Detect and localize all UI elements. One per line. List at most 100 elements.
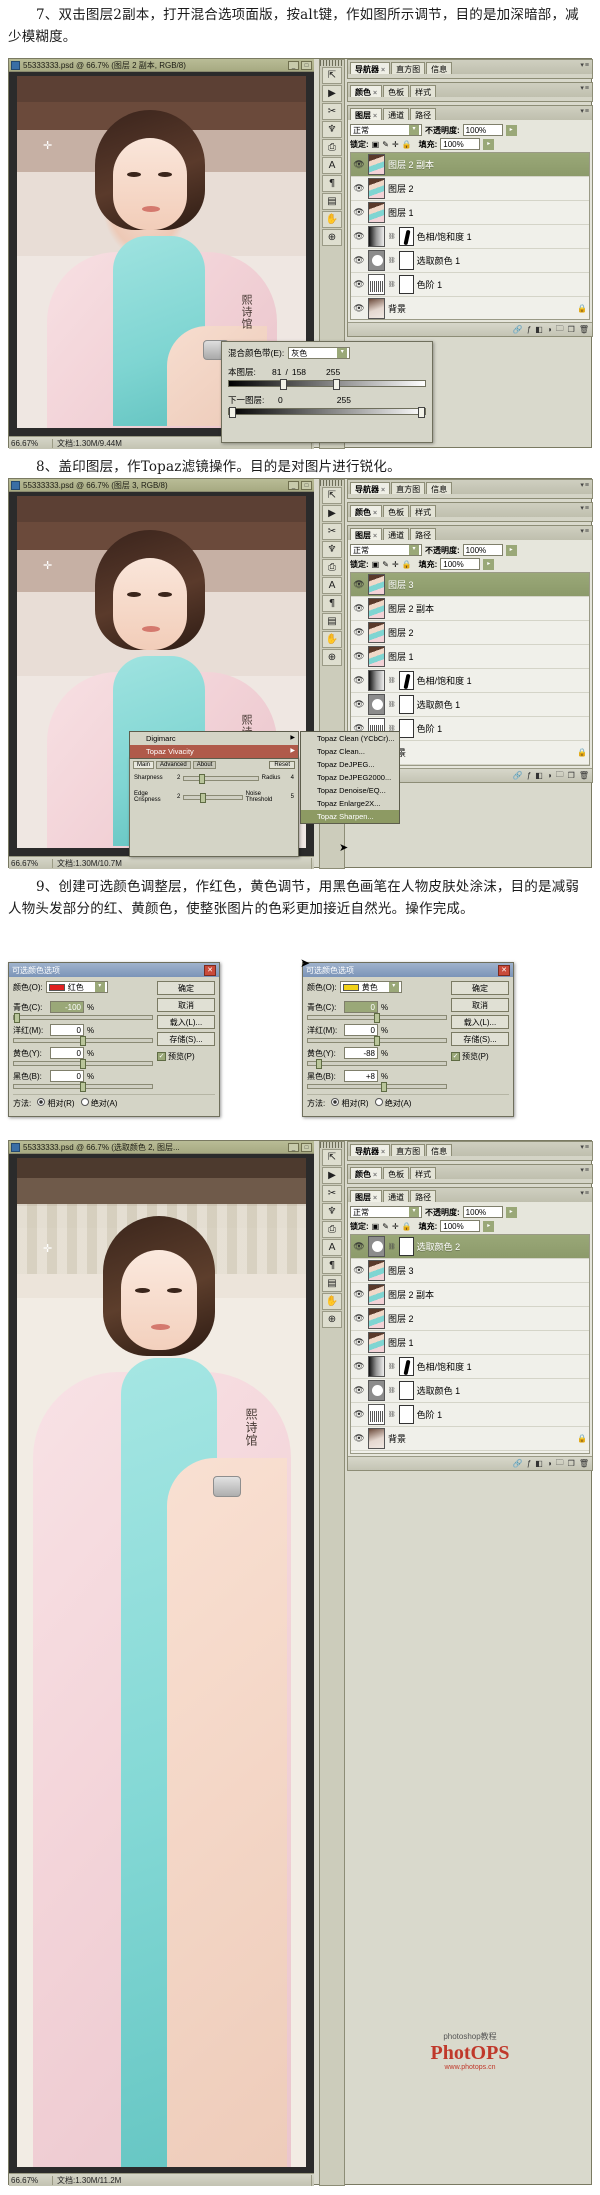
magenta-input-yellow[interactable]: 0 — [344, 1024, 378, 1036]
zoom-tool-icon[interactable]: ⊕ — [322, 649, 342, 666]
maximize-button[interactable]: □ — [301, 1142, 312, 1152]
table-row[interactable]: 👁 ⛓ 选取颜色 1 — [351, 249, 589, 273]
window2-title-bar[interactable]: 55333333.psd @ 66.7% (图层 3, RGB/8) _ □ — [9, 479, 314, 492]
lock-transparent-icon-1[interactable]: ▣ — [372, 140, 380, 149]
layer-thumbnail[interactable] — [368, 202, 385, 223]
link-icon[interactable]: ⛓ — [388, 233, 396, 240]
yellow-knob-red[interactable] — [80, 1059, 87, 1069]
note-tool-icon[interactable]: ¶ — [322, 175, 342, 192]
color-tabs-3[interactable]: 颜色 × 色板 样式 ▾≡ — [348, 1165, 592, 1179]
color-tabs-1[interactable]: 颜色 × 色板 样式 ▾≡ — [348, 83, 592, 97]
blend-mode-select-2[interactable]: 正常 ▾ — [350, 544, 422, 556]
layer-mask-thumbnail[interactable] — [398, 251, 414, 270]
selcolor-red-title-bar[interactable]: 可选颜色选项 ✕ — [9, 963, 219, 977]
table-row[interactable]: 👁 图层 1 — [351, 201, 589, 225]
layer-thumbnail[interactable] — [368, 178, 385, 199]
black-slider-red[interactable] — [13, 1082, 153, 1092]
layer-style-icon-3[interactable]: ƒ — [527, 1459, 531, 1468]
opacity-stepper-icon-3[interactable]: ▸ — [505, 1206, 517, 1218]
hand-tool-icon[interactable]: ✋ — [322, 1293, 342, 1310]
selcolor-red-color-select[interactable]: 红色 ▾ — [45, 981, 108, 993]
yellow-input-red[interactable]: 0 — [50, 1047, 84, 1059]
visibility-toggle-icon[interactable]: 👁 — [353, 1313, 365, 1324]
new-adjustment-icon-3[interactable]: ◑ — [547, 1459, 552, 1468]
layer-thumbnail[interactable] — [368, 1380, 385, 1401]
opacity-stepper-icon-1[interactable]: ▸ — [505, 124, 517, 136]
zoom-tool-icon[interactable]: ⊕ — [322, 1311, 342, 1328]
table-row[interactable]: 👁 图层 2 副本 — [351, 153, 589, 177]
tab-close-icon[interactable]: × — [373, 113, 377, 120]
tab-channels-1[interactable]: 通道 — [383, 108, 410, 120]
cyan-knob-red[interactable] — [14, 1013, 20, 1023]
palette-menu-icon-3[interactable]: ▾≡ — [580, 107, 590, 115]
blend-channel-select[interactable]: 灰色 ▾ — [288, 347, 351, 359]
palette-menu-icon-6[interactable]: ▾≡ — [580, 527, 590, 535]
black-input-yellow[interactable]: +8 — [344, 1070, 378, 1082]
layer-thumbnail[interactable] — [368, 250, 385, 271]
load-button-yellow[interactable]: 载入(L)... — [451, 1015, 509, 1029]
tab-color-1[interactable]: 颜色 × — [350, 85, 383, 97]
menu-item-topaz-clean[interactable]: Topaz Clean... — [301, 745, 399, 758]
method-relative-red[interactable]: 相对(R) — [37, 1098, 75, 1109]
minimize-button[interactable]: _ — [288, 480, 299, 490]
save-button-yellow[interactable]: 存储(S)... — [451, 1032, 509, 1046]
blending-options-dialog[interactable]: 混合颜色带(E): 灰色 ▾ 本图层: 81 / 158 255 下一图层: 0 … — [221, 341, 433, 443]
preview-checkbox-yellow[interactable]: ✓ — [451, 1052, 460, 1061]
this-layer-slider[interactable] — [228, 379, 426, 390]
opacity-stepper-icon-2[interactable]: ▸ — [505, 544, 517, 556]
yellow-slider-yellow[interactable] — [307, 1059, 447, 1069]
delete-layer-icon-2[interactable]: 🗑 — [579, 771, 589, 780]
chevron-down-icon[interactable]: ▾ — [409, 125, 419, 135]
tab-paths-3[interactable]: 路径 — [410, 1190, 437, 1202]
layer-mask-thumbnail[interactable] — [398, 1357, 414, 1376]
layer-mask-thumbnail[interactable] — [398, 227, 414, 246]
radio-absolute-icon-yellow[interactable] — [374, 1098, 383, 1106]
lock-move-icon-2[interactable]: ✛ — [392, 560, 399, 569]
menu-item-topaz-sharpen[interactable]: Topaz Sharpen... — [301, 810, 399, 823]
add-mask-icon-3[interactable]: ◧ — [535, 1459, 543, 1468]
ok-button-red[interactable]: 确定 — [157, 981, 215, 995]
minimize-button[interactable]: _ — [288, 60, 299, 70]
magenta-input-red[interactable]: 0 — [50, 1024, 84, 1036]
tab-histogram-3[interactable]: 直方图 — [391, 1144, 426, 1156]
layer-thumbnail[interactable] — [368, 598, 385, 619]
move-tool-icon[interactable]: ⇱ — [322, 1149, 342, 1166]
blend-mode-select-1[interactable]: 正常 ▾ — [350, 124, 422, 136]
fill-input-1[interactable]: 100% — [440, 138, 481, 150]
visibility-toggle-icon[interactable]: 👁 — [353, 699, 365, 710]
menu-item-digimarc[interactable]: Digimarc ▶ — [130, 732, 298, 745]
layer-mask-thumbnail[interactable] — [398, 1405, 414, 1424]
tab-layers-2[interactable]: 图层 × — [350, 528, 383, 540]
stamp-tool-icon[interactable]: ⎙ — [322, 139, 342, 156]
topaz-reset-button[interactable]: Reset — [269, 761, 295, 769]
palette-menu-icon-8[interactable]: ▾≡ — [580, 1166, 590, 1174]
layers-footer-1[interactable]: 🔗 ƒ ◧ ◑ 🗀 ❐ 🗑 — [348, 322, 592, 336]
gradient-tool-icon[interactable]: ▤ — [322, 1275, 342, 1292]
link-icon[interactable]: ⛓ — [388, 1243, 396, 1250]
link-icon[interactable]: ⛓ — [388, 1363, 396, 1370]
palette-menu-icon-4[interactable]: ▾≡ — [580, 481, 590, 489]
lock-paint-icon-3[interactable]: ✎ — [382, 1222, 389, 1231]
yellow-knob-yellow[interactable] — [316, 1059, 323, 1069]
layer-thumbnail[interactable] — [368, 694, 385, 715]
new-layer-icon-3[interactable]: ❐ — [568, 1459, 575, 1468]
lasso-tool-icon[interactable]: ▶ — [322, 505, 342, 522]
table-row[interactable]: 👁 图层 2 — [351, 621, 589, 645]
lock-move-icon-3[interactable]: ✛ — [392, 1222, 399, 1231]
black-knob-yellow[interactable] — [381, 1082, 388, 1092]
cyan-slider-yellow[interactable] — [307, 1013, 447, 1023]
navigator-tabs-2[interactable]: 导航器 × 直方图 信息 ▾≡ — [348, 480, 592, 494]
fill-stepper-icon-1[interactable]: ▸ — [483, 138, 495, 150]
link-icon[interactable]: ⛓ — [388, 281, 396, 288]
tab-close-icon[interactable]: × — [381, 487, 385, 494]
table-row[interactable]: 👁 图层 2 副本 — [351, 1283, 589, 1307]
visibility-toggle-icon[interactable]: 👁 — [353, 1289, 365, 1300]
magenta-knob-yellow[interactable] — [374, 1036, 381, 1046]
tab-close-icon[interactable]: × — [381, 1149, 385, 1156]
new-adjustment-icon-1[interactable]: ◑ — [547, 325, 552, 334]
table-row[interactable]: 👁 ⛓ 色相/饱和度 1 — [351, 669, 589, 693]
move-tool-icon[interactable]: ⇱ — [322, 67, 342, 84]
tab-close-icon[interactable]: × — [373, 90, 377, 97]
palette-menu-icon-1[interactable]: ▾≡ — [580, 61, 590, 69]
window3-title-bar[interactable]: 55333333.psd @ 66.7% (选取颜色 2, 图层... _ □ — [9, 1141, 314, 1154]
